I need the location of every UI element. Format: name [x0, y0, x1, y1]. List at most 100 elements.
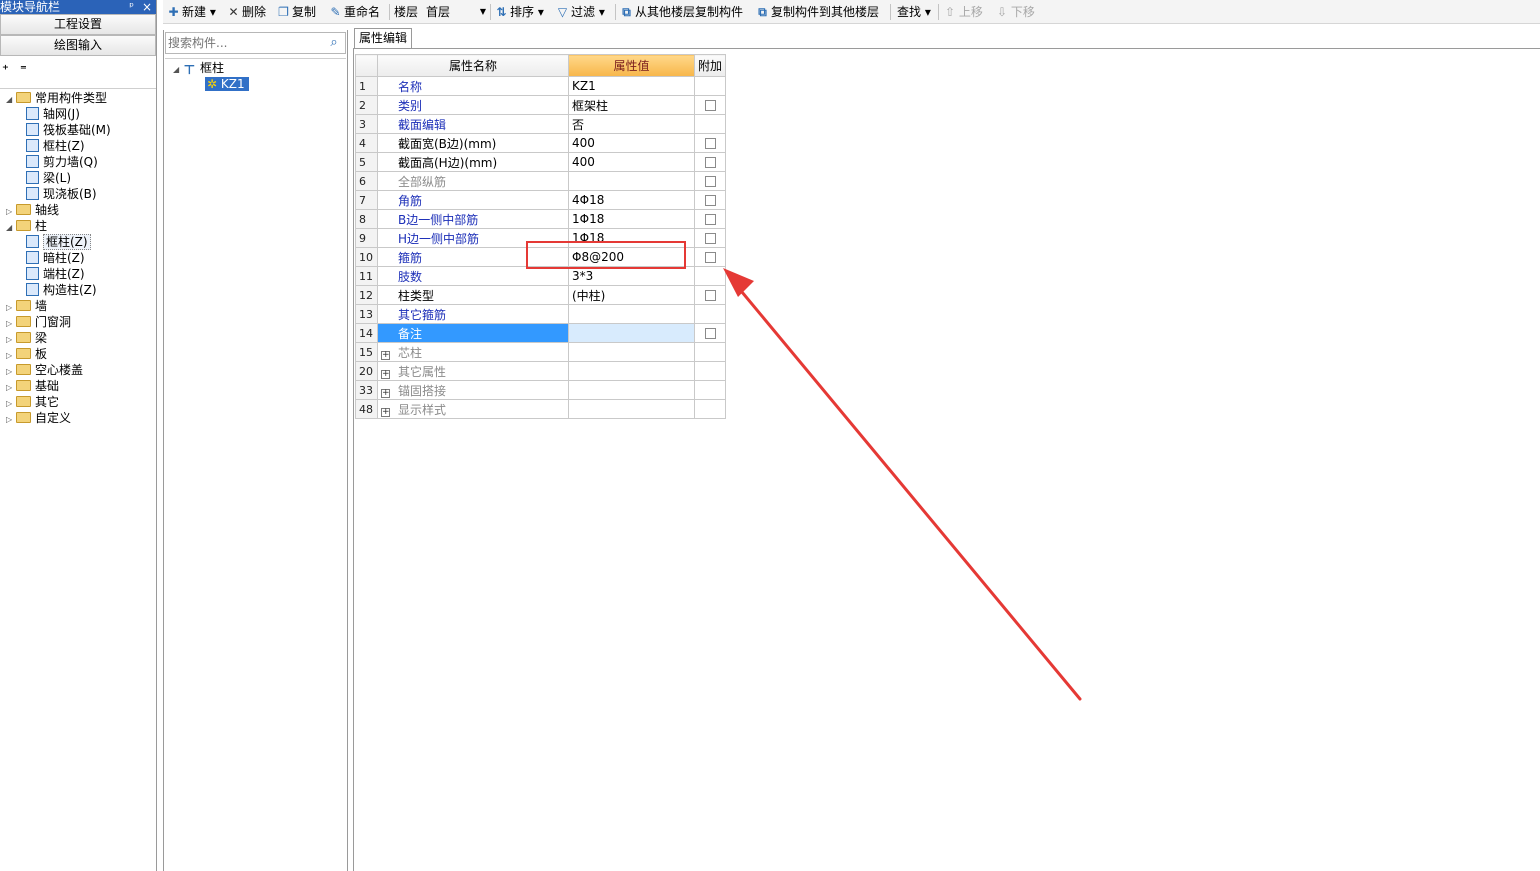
- property-row[interactable]: 7 角筋 4Φ18: [355, 190, 727, 210]
- extra-checkbox[interactable]: [704, 290, 716, 301]
- expand-plus-icon[interactable]: +: [381, 388, 390, 398]
- property-value[interactable]: 1Φ18: [568, 209, 695, 229]
- nav-tree-node[interactable]: ▷ 板: [6, 346, 47, 362]
- property-value[interactable]: [568, 399, 695, 419]
- extra-checkbox[interactable]: [704, 214, 716, 225]
- property-row[interactable]: 13 其它箍筋: [355, 304, 727, 324]
- new-button[interactable]: ✚ 新建 ▾: [167, 4, 215, 20]
- nav-tree-node[interactable]: 现浇板(B): [26, 186, 97, 202]
- filter-button[interactable]: ▽ 过滤 ▾: [556, 4, 605, 20]
- nav-tree-node[interactable]: 构造柱(Z): [26, 282, 97, 298]
- expand-plus-icon[interactable]: +: [381, 350, 390, 360]
- nav-tree-node[interactable]: ▷ 墙: [6, 298, 47, 314]
- new-icon: ✚: [168, 5, 179, 19]
- property-row[interactable]: 3 截面编辑 否: [355, 114, 727, 134]
- expand-plus-icon[interactable]: +: [381, 369, 390, 379]
- nav-tree-node[interactable]: 暗柱(Z): [26, 250, 85, 266]
- nav-tree-node[interactable]: 筏板基础(M): [26, 122, 111, 138]
- nav-tree-node[interactable]: ▷ 轴线: [6, 202, 59, 218]
- property-row[interactable]: 11 肢数 3*3: [355, 266, 727, 286]
- property-row[interactable]: 8 B边一侧中部筋 1Φ18: [355, 209, 727, 229]
- nav-tree-node[interactable]: ▷ 空心楼盖: [6, 362, 83, 378]
- property-value[interactable]: 400: [568, 152, 695, 172]
- expand-all-icon[interactable]: ⁺: [2, 63, 9, 78]
- nav-tree-node[interactable]: ◢ 常用构件类型: [6, 90, 107, 106]
- tree-node-frame-column[interactable]: ◢ ⊤ 框柱: [173, 60, 224, 77]
- collapse-arrow-icon[interactable]: ◢: [6, 92, 16, 108]
- property-row[interactable]: 12 柱类型 (中柱): [355, 285, 727, 305]
- rename-button[interactable]: ✎ 重命名: [329, 4, 380, 20]
- property-value[interactable]: 4Φ18: [568, 190, 695, 210]
- property-row[interactable]: 1 名称 KZ1: [355, 76, 727, 96]
- nav-tree-node[interactable]: 剪力墙(Q): [26, 154, 98, 170]
- copy-to-floor-button[interactable]: ⧉ 复制构件到其他楼层: [756, 4, 879, 20]
- close-icon[interactable]: ×: [142, 0, 152, 14]
- nav-tree-node[interactable]: 端柱(Z): [26, 266, 85, 282]
- collapse-arrow-icon[interactable]: ◢: [6, 220, 16, 236]
- property-value[interactable]: KZ1: [568, 76, 695, 96]
- property-name-label: 箍筋: [398, 250, 423, 265]
- copy-button[interactable]: ❐ 复制: [277, 4, 316, 20]
- floor-select[interactable]: 首层 ▼: [426, 4, 486, 20]
- extra-checkbox[interactable]: [704, 100, 716, 111]
- extra-checkbox[interactable]: [704, 176, 716, 187]
- extra-checkbox[interactable]: [704, 233, 716, 244]
- extra-checkbox[interactable]: [704, 195, 716, 206]
- sort-button[interactable]: ⇅ 排序 ▾: [495, 4, 543, 20]
- expand-plus-icon[interactable]: +: [381, 407, 390, 417]
- extra-checkbox[interactable]: [704, 157, 716, 168]
- extra-checkbox[interactable]: [704, 328, 716, 339]
- property-row[interactable]: 33 + 锚固搭接: [355, 380, 727, 400]
- row-number: 48: [355, 399, 378, 419]
- move-down-button[interactable]: ⇩ 下移: [997, 4, 1035, 20]
- nav-tree-node[interactable]: 框柱(Z): [26, 234, 91, 250]
- nav-tree-node[interactable]: ▷ 梁: [6, 330, 47, 346]
- property-value[interactable]: 否: [568, 114, 695, 134]
- property-value[interactable]: 3*3: [568, 266, 695, 286]
- nav-tree-node[interactable]: 梁(L): [26, 170, 71, 186]
- property-value[interactable]: [568, 323, 695, 343]
- tree-node-kz1[interactable]: ✲ KZ1: [205, 76, 249, 92]
- delete-button[interactable]: ✕ 删除: [227, 4, 266, 20]
- nav-tree-node[interactable]: ▷ 自定义: [6, 410, 71, 426]
- property-row[interactable]: 5 截面高(H边)(mm) 400: [355, 152, 727, 172]
- nav-tree-node[interactable]: 轴网(J): [26, 106, 80, 122]
- collapse-all-icon[interactable]: ⁼: [20, 63, 27, 78]
- property-row[interactable]: 48 + 显示样式: [355, 399, 727, 419]
- nav-tree-node[interactable]: ▷ 其它: [6, 394, 59, 410]
- project-settings-button[interactable]: 工程设置: [0, 14, 156, 35]
- copy-from-floor-button[interactable]: ⧉ 从其他楼层复制构件: [620, 4, 743, 20]
- property-value[interactable]: [568, 304, 695, 324]
- drawing-input-button[interactable]: 绘图输入: [0, 35, 156, 56]
- property-value[interactable]: [568, 171, 695, 191]
- move-up-button[interactable]: ⇧ 上移: [945, 4, 983, 20]
- module-navigator: 模块导航栏 ᵖ × 工程设置 绘图输入 ⁺ ⁼ ◢ 常用构件类型 轴网(J) 筏板基础…: [0, 0, 157, 871]
- property-row[interactable]: 15 + 芯柱: [355, 342, 727, 362]
- property-row[interactable]: 2 类别 框架柱: [355, 95, 727, 115]
- property-value[interactable]: (中柱): [568, 285, 695, 305]
- nav-tree-node[interactable]: ▷ 门窗洞: [6, 314, 71, 330]
- sort-icon: ⇅: [496, 5, 507, 19]
- extra-checkbox[interactable]: [704, 252, 716, 263]
- property-value[interactable]: [568, 342, 695, 362]
- property-row[interactable]: 14 备注: [355, 323, 727, 343]
- find-button[interactable]: 查找 ▾: [897, 4, 931, 20]
- property-row[interactable]: 4 截面宽(B边)(mm) 400: [355, 133, 727, 153]
- expand-arrow-icon[interactable]: ▷: [6, 412, 16, 428]
- property-row[interactable]: 20 + 其它属性: [355, 361, 727, 381]
- property-value[interactable]: [568, 380, 695, 400]
- nav-tree-label: 基础: [35, 379, 60, 393]
- property-value[interactable]: 框架柱: [568, 95, 695, 115]
- row-number: 11: [355, 266, 378, 286]
- property-row[interactable]: 6 全部纵筋: [355, 171, 727, 191]
- property-value[interactable]: [568, 361, 695, 381]
- extra-checkbox[interactable]: [704, 138, 716, 149]
- property-value[interactable]: 400: [568, 133, 695, 153]
- search-input[interactable]: [168, 35, 318, 51]
- tab-property-edit[interactable]: 属性编辑: [354, 28, 412, 48]
- nav-tree-node[interactable]: 框柱(Z): [26, 138, 85, 154]
- nav-tree-node[interactable]: ◢ 柱: [6, 218, 47, 234]
- pin-icon[interactable]: ᵖ: [129, 0, 134, 14]
- search-icon[interactable]: ⌕: [323, 33, 345, 53]
- nav-tree-node[interactable]: ▷ 基础: [6, 378, 59, 394]
